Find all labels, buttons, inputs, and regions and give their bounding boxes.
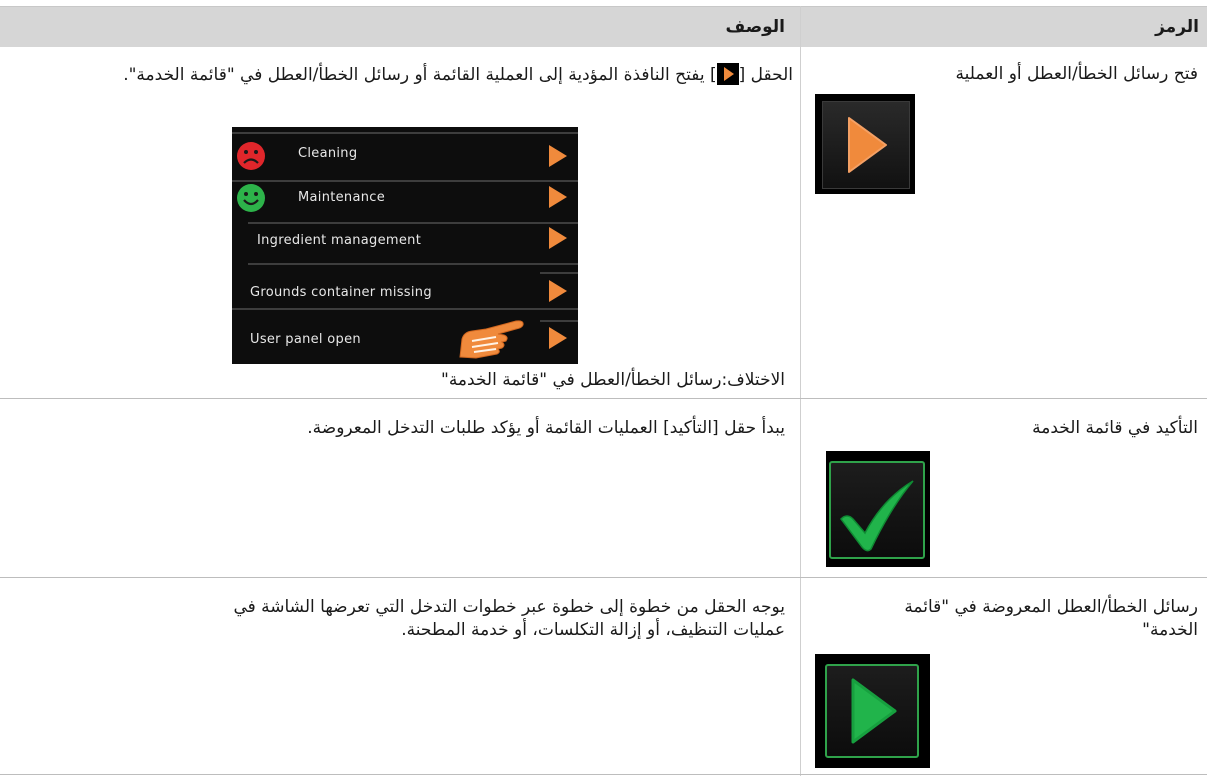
pointing-hand-icon xyxy=(459,320,524,359)
panel-item-maintenance: Maintenance xyxy=(232,179,578,225)
panel-item-grounds-container-missing: Grounds container missing xyxy=(232,272,578,318)
header-description: الوصف xyxy=(725,17,785,37)
row1-description: الحقل [] يفتح النافذة المؤدية إلى العملي… xyxy=(123,63,793,85)
panel-label: User panel open xyxy=(250,332,361,347)
orange-arrow-icon xyxy=(549,186,567,208)
green-check-icon xyxy=(826,451,930,567)
panel-label: Ingredient management xyxy=(257,233,422,248)
row3-description-line1: يوجه الحقل من خطوة إلى خطوة عبر خطوات ال… xyxy=(233,597,785,617)
header-symbol: الرمز xyxy=(1155,17,1199,37)
panel-label: Grounds container missing xyxy=(250,285,432,300)
row2-symbol-text: التأكيد في قائمة الخدمة xyxy=(1032,418,1198,438)
panel-label: Maintenance xyxy=(298,190,386,205)
orange-arrow-icon xyxy=(549,327,567,349)
happy-face-icon xyxy=(237,184,265,212)
panel-item-cleaning: Cleaning xyxy=(232,132,578,178)
panel-label: Cleaning xyxy=(298,146,358,161)
table-header: الرمز الوصف xyxy=(0,6,1207,47)
orange-arrow-icon xyxy=(549,280,567,302)
green-play-icon xyxy=(815,654,930,768)
column-divider xyxy=(800,6,801,776)
row3-symbol-line2: الخدمة" xyxy=(1142,620,1198,640)
orange-arrow-icon xyxy=(549,145,567,167)
service-menu-screenshot: Cleaning Maintenance Ingredient manageme… xyxy=(232,127,578,364)
inline-play-icon xyxy=(716,63,739,85)
panel-caption: الاختلاف:رسائل الخطأ/العطل في "قائمة الخ… xyxy=(441,370,785,390)
symbol-table: الرمز الوصف فتح رسائل الخطأ/العطل أو الع… xyxy=(0,0,1207,776)
row1-symbol-text: فتح رسائل الخطأ/العطل أو العملية xyxy=(955,64,1198,84)
orange-arrow-icon xyxy=(549,227,567,249)
row3-symbol-line1: رسائل الخطأ/العطل المعروضة في "قائمة xyxy=(904,597,1198,617)
row3-description-line2: عمليات التنظيف، أو إزالة التكلسات، أو خد… xyxy=(401,620,785,640)
orange-play-icon xyxy=(815,94,915,194)
row2-description: يبدأ حقل [التأكيد] العمليات القائمة أو ي… xyxy=(307,418,785,438)
sad-face-icon xyxy=(237,142,265,170)
